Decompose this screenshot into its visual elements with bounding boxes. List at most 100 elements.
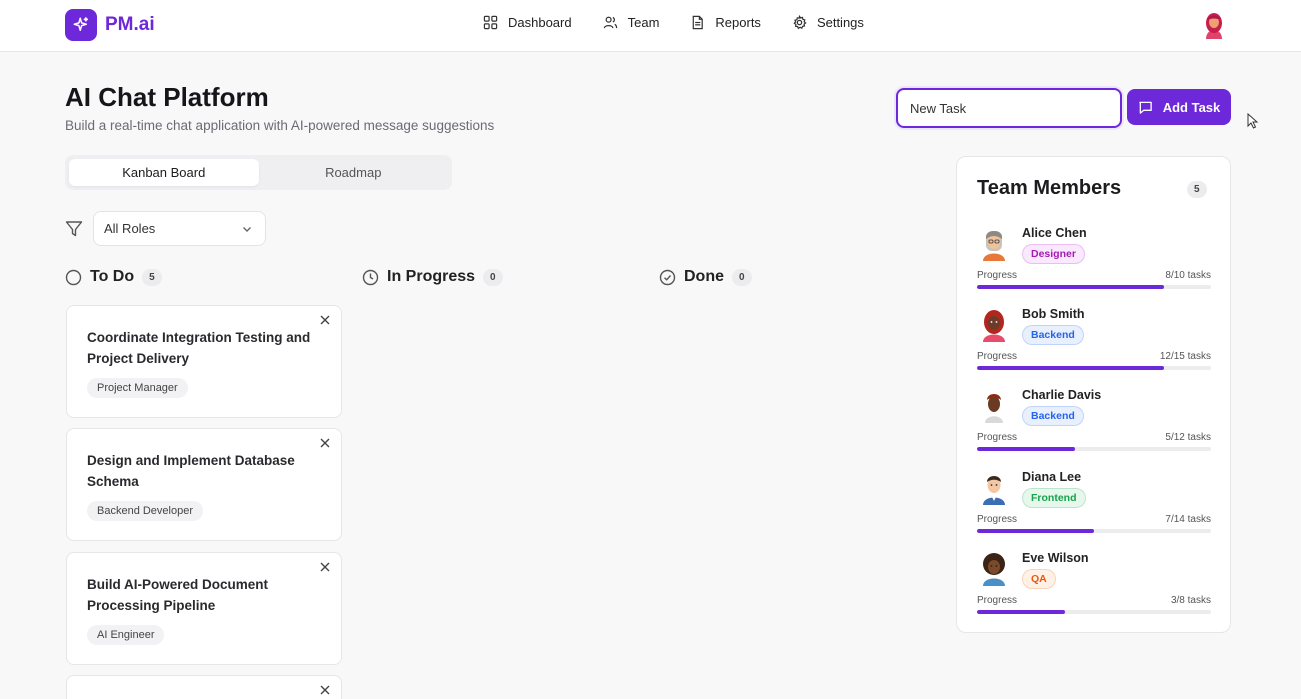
progress-value: 8/10 tasks — [1165, 270, 1211, 281]
member-name: Eve Wilson — [1022, 551, 1089, 565]
progress-value: 12/15 tasks — [1159, 351, 1211, 362]
team-member[interactable]: Charlie Davis Backend Progress 5/12 task… — [977, 385, 1211, 461]
task-title: Coordinate Integration Testing and Proje… — [87, 330, 311, 366]
progress-fill — [977, 366, 1165, 370]
member-role-badge: Backend — [1022, 325, 1084, 345]
progress-bar — [977, 366, 1211, 370]
mouse-cursor-icon — [1247, 113, 1259, 129]
team-member[interactable]: Bob Smith Backend Progress 12/15 tasks — [977, 304, 1211, 380]
task-card[interactable] — [66, 675, 342, 699]
view-tabs: Kanban Board Roadmap — [65, 155, 452, 190]
progress-bar — [977, 447, 1211, 451]
nav-settings[interactable]: Settings — [792, 15, 864, 30]
team-member[interactable]: Diana Lee Frontend Progress 7/14 tasks — [977, 467, 1211, 543]
circle-icon — [65, 269, 82, 285]
progress-fill — [977, 447, 1075, 451]
top-nav-bar: PM.ai Dashboard Team Reports Settings — [0, 0, 1301, 52]
progress-fill — [977, 610, 1065, 614]
avatar — [983, 553, 1005, 586]
grid-icon — [483, 15, 498, 30]
column-todo-header: To Do 5 — [65, 268, 162, 286]
progress-value: 5/12 tasks — [1165, 432, 1211, 443]
nav-reports-label: Reports — [715, 15, 761, 30]
column-done-header: Done 0 — [659, 268, 752, 286]
tab-kanban-board[interactable]: Kanban Board — [69, 159, 259, 186]
close-icon[interactable] — [318, 436, 332, 450]
avatar — [983, 231, 1005, 261]
team-title: Team Members — [977, 177, 1122, 199]
member-role-badge: Designer — [1022, 244, 1085, 264]
progress-bar — [977, 610, 1211, 614]
avatar — [985, 394, 1003, 423]
user-avatar[interactable] — [1203, 11, 1225, 39]
member-role-badge: QA — [1022, 569, 1056, 589]
main-nav: Dashboard Team Reports Settings — [483, 15, 895, 30]
task-role-tag: AI Engineer — [87, 625, 165, 645]
progress-label: Progress — [977, 351, 1018, 362]
progress-fill — [977, 529, 1094, 533]
task-role-tag: Backend Developer — [87, 501, 204, 521]
gear-icon — [793, 15, 807, 30]
add-task-button[interactable]: Add Task — [1127, 89, 1231, 125]
task-role-tag: Project Manager — [87, 378, 188, 398]
sparkle-icon — [65, 9, 97, 41]
progress-value: 7/14 tasks — [1165, 514, 1211, 525]
progress-label: Progress — [977, 432, 1018, 443]
page-subtitle: Build a real-time chat application with … — [65, 118, 495, 133]
column-count: 0 — [732, 268, 752, 286]
progress-label: Progress — [977, 514, 1018, 525]
team-member[interactable]: Alice Chen Designer Progress 8/10 tasks — [977, 223, 1211, 299]
nav-team[interactable]: Team — [603, 15, 660, 30]
progress-fill — [977, 285, 1165, 289]
team-count-badge: 5 — [1187, 181, 1207, 198]
new-task-input[interactable] — [896, 88, 1122, 128]
progress-label: Progress — [977, 270, 1018, 281]
nav-reports[interactable]: Reports — [690, 15, 761, 30]
column-title: In Progress — [387, 268, 476, 285]
close-icon[interactable] — [318, 313, 332, 327]
role-filter-value: All Roles — [104, 221, 156, 236]
app-name: PM.ai — [105, 14, 155, 35]
progress-bar — [977, 285, 1211, 289]
progress-bar — [977, 529, 1211, 533]
column-count: 5 — [142, 268, 162, 286]
tab-roadmap[interactable]: Roadmap — [259, 159, 449, 186]
member-name: Charlie Davis — [1022, 388, 1102, 402]
app-logo[interactable]: PM.ai — [65, 9, 155, 41]
task-card[interactable]: Coordinate Integration Testing and Proje… — [66, 305, 342, 418]
chevron-down-icon — [243, 226, 251, 232]
task-title: Design and Implement Database Schema — [87, 453, 295, 489]
progress-value: 3/8 tasks — [1170, 595, 1211, 606]
column-title: To Do — [90, 268, 135, 285]
nav-settings-label: Settings — [816, 15, 864, 30]
task-card[interactable]: Design and Implement Database Schema Bac… — [66, 428, 342, 541]
users-icon — [603, 16, 617, 29]
check-circle-icon — [659, 269, 676, 285]
add-task-label: Add Task — [1162, 99, 1221, 115]
nav-dashboard[interactable]: Dashboard — [483, 15, 572, 30]
member-name: Alice Chen — [1022, 226, 1087, 240]
page-title: AI Chat Platform — [65, 82, 269, 112]
team-members-panel: Team Members 5 Alice Chen Designer Progr… — [956, 156, 1231, 633]
clock-icon — [362, 269, 379, 285]
filter-icon[interactable] — [65, 220, 83, 238]
document-icon — [693, 15, 704, 30]
team-member[interactable]: Eve Wilson QA Progress 3/8 tasks — [977, 548, 1211, 624]
message-icon — [1138, 101, 1152, 114]
nav-team-label: Team — [627, 15, 660, 30]
avatar — [983, 310, 1005, 342]
member-name: Diana Lee — [1022, 470, 1082, 484]
close-icon[interactable] — [318, 683, 332, 697]
avatar — [983, 476, 1005, 505]
close-icon[interactable] — [318, 560, 332, 574]
member-role-badge: Backend — [1022, 406, 1084, 426]
column-in-progress-header: In Progress 0 — [362, 268, 503, 286]
progress-label: Progress — [977, 595, 1018, 606]
nav-dashboard-label: Dashboard — [508, 15, 572, 30]
member-name: Bob Smith — [1022, 307, 1085, 321]
column-count: 0 — [483, 268, 503, 286]
member-role-badge: Frontend — [1022, 488, 1086, 508]
task-card[interactable]: Build AI-Powered Document Processing Pip… — [66, 552, 342, 665]
column-title: Done — [684, 268, 724, 285]
role-filter-select[interactable]: All Roles — [93, 211, 266, 246]
